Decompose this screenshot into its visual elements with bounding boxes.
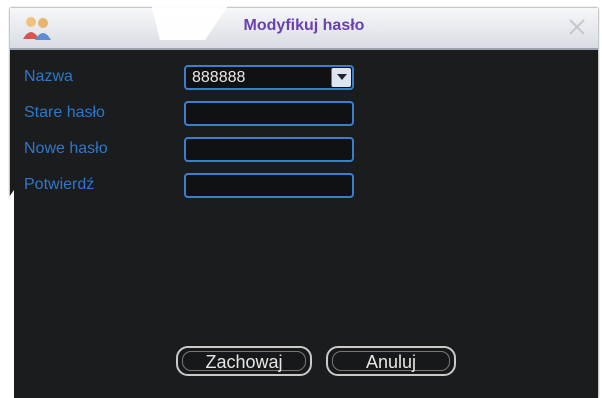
watermark-overlay [0,0,232,398]
